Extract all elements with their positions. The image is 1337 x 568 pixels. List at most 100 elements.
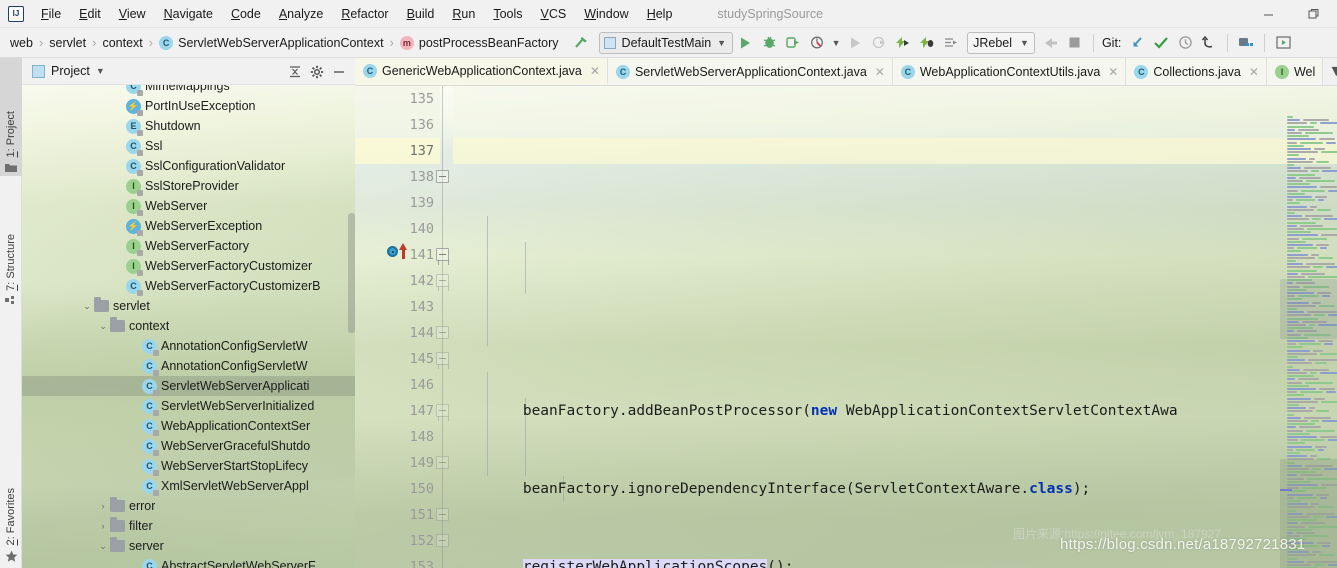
tree-node[interactable]: C WebServerStartStopLifecy <box>22 456 355 476</box>
breadcrumb-item[interactable]: m postProcessBeanFactory <box>396 34 563 52</box>
rollback-icon[interactable] <box>1197 32 1221 54</box>
tree-node[interactable]: I WebServerFactory <box>22 236 355 256</box>
run-with-coverage-icon[interactable] <box>781 32 805 54</box>
menu-item-refactor[interactable]: Refactor <box>332 3 397 25</box>
tree-node[interactable]: I WebServer <box>22 196 355 216</box>
tree-node[interactable]: C MimeMappings <box>22 85 355 96</box>
editor-tab[interactable]: C GenericWebApplicationContext.java ✕ <box>355 58 608 85</box>
fold-marker[interactable] <box>436 352 449 369</box>
breadcrumb-item[interactable]: C ServletWebServerApplicationContext <box>155 34 387 52</box>
fold-marker[interactable] <box>436 248 449 265</box>
fold-marker[interactable] <box>436 326 449 339</box>
code-text[interactable]: beanFactory.addBeanPostProcessor(new Web… <box>453 86 1337 568</box>
close-icon[interactable]: ✕ <box>1108 65 1118 79</box>
jrebel-debug-icon[interactable] <box>915 32 939 54</box>
tree-node[interactable]: C AnnotationConfigServletW <box>22 356 355 376</box>
tree-node[interactable]: I SslStoreProvider <box>22 176 355 196</box>
code-folding-column[interactable] <box>433 86 453 568</box>
minimap-viewport[interactable] <box>1280 459 1337 568</box>
chevron-down-icon[interactable]: ▼ <box>1323 58 1337 85</box>
history-icon[interactable] <box>1173 32 1197 54</box>
run-dashboard-icon[interactable] <box>939 32 963 54</box>
settings-icon[interactable] <box>1271 32 1295 54</box>
editor-gutter[interactable]: 135 136 137 138 139 140 141 142 143 144 145 146 147 1… <box>355 86 440 568</box>
fold-marker[interactable] <box>436 170 449 183</box>
editor-tab[interactable]: C WebApplicationContextUtils.java ✕ <box>892 58 1127 85</box>
breadcrumb-item[interactable]: web <box>6 34 37 52</box>
sidebar-item-favorites[interactable]: 2: Favorites <box>0 436 22 566</box>
error-stripe-marker[interactable] <box>1280 489 1292 491</box>
tree-expand-arrow[interactable]: ⌄ <box>80 301 94 312</box>
tree-node[interactable]: C WebServerFactoryCustomizerB <box>22 276 355 296</box>
profile-icon[interactable] <box>805 32 829 54</box>
scrollbar-thumb[interactable] <box>1280 279 1337 339</box>
project-tree[interactable]: C MimeMappings ⚡ PortInUseException E Shutdow… <box>22 85 355 568</box>
menu-item-navigate[interactable]: Navigate <box>155 3 222 25</box>
sidebar-item-structure[interactable]: 7: Structure <box>0 182 22 310</box>
breakpoint-marker[interactable] <box>385 242 407 262</box>
search-everywhere-icon[interactable] <box>1234 32 1258 54</box>
settings-gear-icon[interactable] <box>307 62 327 82</box>
tree-node[interactable]: C XmlServletWebServerAppl <box>22 476 355 496</box>
fold-marker[interactable] <box>436 456 449 469</box>
tree-node[interactable]: ⚡ PortInUseException <box>22 96 355 116</box>
menu-item-tools[interactable]: Tools <box>484 3 531 25</box>
collapse-all-icon[interactable] <box>285 62 305 82</box>
tree-node[interactable]: C AnnotationConfigServletW <box>22 336 355 356</box>
tree-node[interactable]: C WebApplicationContextSer <box>22 416 355 436</box>
menu-item-analyze[interactable]: Analyze <box>270 3 332 25</box>
menu-item-build[interactable]: Build <box>398 3 444 25</box>
breakpoint-icon[interactable] <box>387 246 398 257</box>
menu-item-help[interactable]: Help <box>638 3 682 25</box>
close-icon[interactable]: ✕ <box>875 65 885 79</box>
editor-tab[interactable]: I Wel <box>1266 58 1324 85</box>
menu-item-run[interactable]: Run <box>443 3 484 25</box>
project-panel-title-group[interactable]: Project ▼ <box>22 64 105 78</box>
tree-node[interactable]: C Ssl <box>22 136 355 156</box>
debug-icon[interactable] <box>757 32 781 54</box>
tree-node[interactable]: › filter <box>22 516 355 536</box>
commit-icon[interactable] <box>1149 32 1173 54</box>
tree-node[interactable]: ⚡ WebServerException <box>22 216 355 236</box>
tree-node[interactable]: C AbstractServletWebServerF <box>22 556 355 568</box>
tree-node[interactable]: E Shutdown <box>22 116 355 136</box>
minimize-button[interactable] <box>1245 0 1291 28</box>
tree-node[interactable]: ⌄ context <box>22 316 355 336</box>
tree-expand-arrow[interactable]: ⌄ <box>96 541 110 552</box>
tree-expand-arrow[interactable]: › <box>96 521 110 531</box>
jrebel-run-icon[interactable] <box>891 32 915 54</box>
menu-item-edit[interactable]: Edit <box>70 3 110 25</box>
jrebel-selector[interactable]: JRebel ▼ <box>967 31 1035 54</box>
editor-minimap-scrollbar[interactable] <box>1280 114 1337 568</box>
profile-dropdown-icon[interactable]: ▼ <box>829 32 843 54</box>
tree-node[interactable]: ⌄ server <box>22 536 355 556</box>
editor-tab[interactable]: C ServletWebServerApplicationContext.java… <box>607 58 893 85</box>
menu-item-code[interactable]: Code <box>222 3 270 25</box>
override-method-icon[interactable] <box>399 243 407 259</box>
tree-node[interactable]: C ServletWebServerInitialized <box>22 396 355 416</box>
menu-item-vcs[interactable]: VCS <box>532 3 576 25</box>
restore-button[interactable] <box>1291 0 1337 28</box>
tree-node[interactable]: C SslConfigurationValidator <box>22 156 355 176</box>
editor-tab[interactable]: C Collections.java ✕ <box>1126 58 1267 85</box>
tree-node[interactable]: I WebServerFactoryCustomizer <box>22 256 355 276</box>
fold-marker[interactable] <box>436 404 449 421</box>
close-icon[interactable]: ✕ <box>1249 65 1259 79</box>
menu-item-file[interactable]: File <box>32 3 70 25</box>
fold-marker[interactable] <box>436 508 449 521</box>
menu-item-window[interactable]: Window <box>575 3 637 25</box>
update-project-icon[interactable] <box>1125 32 1149 54</box>
hide-icon[interactable] <box>329 62 349 82</box>
breadcrumb-item[interactable]: servlet <box>45 34 90 52</box>
tree-node[interactable]: C ServletWebServerApplicati <box>22 376 355 396</box>
tree-expand-arrow[interactable]: › <box>96 501 110 511</box>
fold-marker[interactable] <box>436 274 449 291</box>
code-editor[interactable]: 135 136 137 138 139 140 141 142 143 144 145 146 147 1… <box>355 86 1337 568</box>
build-hammer-icon[interactable] <box>569 32 593 54</box>
run-configuration-selector[interactable]: DefaultTestMain ▼ <box>598 31 734 54</box>
sidebar-item-project[interactable]: 1: Project <box>0 58 22 176</box>
tree-expand-arrow[interactable]: ⌄ <box>96 321 110 332</box>
run-icon[interactable] <box>733 32 757 54</box>
menu-item-view[interactable]: View <box>110 3 155 25</box>
tree-node[interactable]: ⌄ servlet <box>22 296 355 316</box>
